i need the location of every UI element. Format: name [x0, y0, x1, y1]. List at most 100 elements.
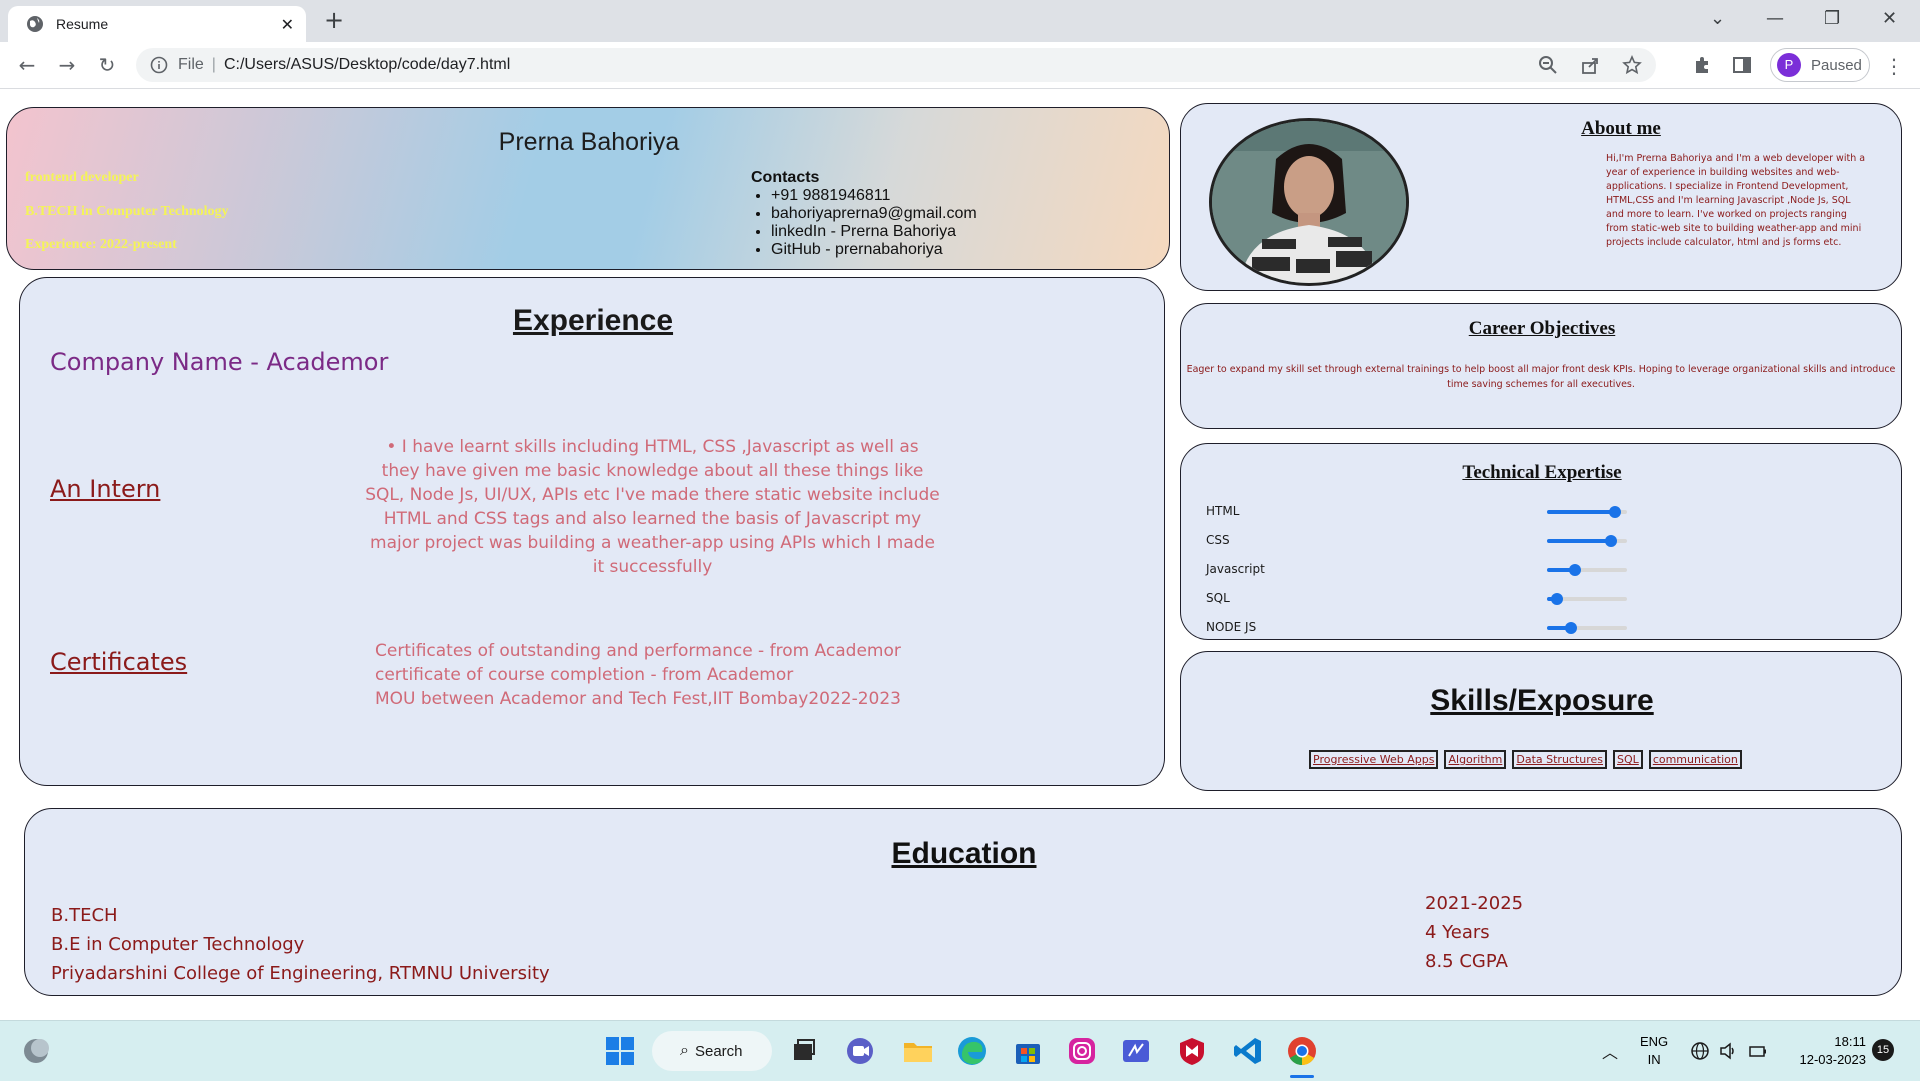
reload-icon[interactable]: ↻ [94, 52, 120, 78]
skills-title: Skills/Exposure [1430, 684, 1654, 717]
notification-badge[interactable]: 15 [1872, 1039, 1894, 1061]
instagram-icon[interactable] [1066, 1035, 1098, 1067]
taskbar-search[interactable]: ⌕ Search [652, 1031, 772, 1071]
edge-icon[interactable] [956, 1035, 988, 1067]
profile-button[interactable]: P Paused [1770, 48, 1870, 82]
about-card: About me Hi,I'm Prerna Bahoriya and I'm … [1180, 103, 1902, 291]
minimize-icon[interactable]: — [1766, 8, 1784, 29]
career-card: Career Objectives Eager to expand my ski… [1180, 303, 1902, 429]
browser-toolbar: ← → ↻ File | C:/Users/ASUS/Desktop/code/… [0, 42, 1920, 89]
skill-slider-thumb[interactable] [1565, 622, 1577, 634]
info-icon[interactable] [150, 56, 168, 74]
start-icon[interactable] [604, 1035, 636, 1067]
more-menu-icon[interactable]: ⋮ [1884, 54, 1904, 78]
skill-slider-thumb[interactable] [1550, 593, 1563, 605]
education-years: 2021-2025 [1425, 893, 1524, 914]
task-view-icon[interactable] [788, 1035, 820, 1067]
globe-icon [27, 16, 43, 32]
contacts-block: Contacts +91 9881946811 bahoriyaprerna9@… [751, 169, 977, 259]
contact-email: bahoriyaprerna9@gmail.com [771, 205, 977, 223]
skill-tag[interactable]: Data Structures [1512, 750, 1608, 769]
education-cgpa: 8.5 CGPA [1425, 951, 1508, 972]
portrait-image [1212, 121, 1406, 283]
active-app-indicator [1290, 1075, 1314, 1078]
skill-label: HTML [1206, 504, 1240, 518]
vscode-icon[interactable] [1232, 1035, 1264, 1067]
skill-tag[interactable]: Algorithm [1444, 750, 1507, 769]
intern-description: • I have learnt skills including HTML, C… [365, 437, 940, 577]
scheme-label: File [178, 56, 204, 73]
scheme-separator: | [211, 56, 216, 73]
language-code: ENG [1640, 1034, 1669, 1049]
about-text: Hi,I'm Prerna Bahoriya and I'm a web dev… [1606, 153, 1866, 248]
profile-photo [1209, 118, 1409, 286]
skill-label: NODE JS [1206, 620, 1257, 634]
header-card: Prerna Bahoriya frontend developer B.TEC… [6, 107, 1170, 270]
experience-card: Experience Company Name - Academor An In… [19, 277, 1165, 786]
volume-icon[interactable] [1718, 1041, 1738, 1061]
education-title: Education [891, 837, 1037, 870]
close-tab-icon[interactable]: ✕ [281, 15, 294, 34]
skill-slider-thumb[interactable] [1605, 535, 1617, 547]
whiteboard-icon[interactable] [1120, 1035, 1152, 1067]
company-name: Company Name - Academor [50, 348, 389, 376]
restore-icon[interactable]: ❐ [1824, 8, 1840, 29]
window-close-icon[interactable]: ✕ [1882, 8, 1897, 29]
skill-tag[interactable]: Progressive Web Apps [1309, 750, 1439, 769]
tab-search-icon[interactable]: ⌄ [1710, 8, 1725, 29]
chat-icon[interactable] [844, 1035, 876, 1067]
skill-slider[interactable] [1547, 535, 1627, 547]
mcafee-icon[interactable] [1176, 1035, 1208, 1067]
clock-time: 18:11 [1834, 1034, 1866, 1049]
side-panel-icon[interactable] [1732, 55, 1752, 75]
skill-slider-thumb[interactable] [1609, 506, 1621, 518]
search-icon: ⌕ [680, 1042, 689, 1059]
clock[interactable]: 18:11 12-03-2023 [1790, 1033, 1867, 1069]
zoom-icon[interactable] [1538, 55, 1558, 75]
tab-resume[interactable]: Resume ✕ [8, 6, 306, 42]
skill-tag[interactable]: SQL [1613, 750, 1643, 769]
career-text: Eager to expand my skill set through ext… [1186, 364, 1896, 390]
new-tab-icon[interactable]: + [324, 6, 344, 34]
skill-slider-fill [1547, 539, 1611, 543]
file-explorer-icon[interactable] [902, 1035, 934, 1067]
store-icon[interactable] [1012, 1035, 1044, 1067]
contact-phone: +91 9881946811 [771, 187, 977, 205]
certificates-list: Certificates of outstanding and performa… [375, 639, 901, 711]
taskbar: ⌕ Search ︿ ENG IN 18:11 12-03-2023 15 [0, 1020, 1920, 1081]
skill-slider[interactable] [1547, 593, 1627, 605]
role-text: frontend developer [25, 170, 139, 185]
skill-label: SQL [1206, 591, 1230, 605]
extensions-icon[interactable] [1692, 55, 1712, 75]
language-indicator[interactable]: ENG IN [1640, 1033, 1668, 1069]
certificate-item: MOU between Academor and Tech Fest,IIT B… [375, 689, 901, 709]
tab-title: Resume [56, 16, 109, 32]
career-title: Career Objectives [1468, 318, 1616, 339]
network-icon[interactable] [1690, 1041, 1710, 1061]
intern-title: An Intern [50, 475, 161, 503]
education-details: B.TECH B.E in Computer Technology Priyad… [51, 901, 550, 988]
battery-icon[interactable] [1748, 1041, 1768, 1061]
skill-slider[interactable] [1547, 564, 1627, 576]
back-icon[interactable]: ← [14, 52, 40, 78]
share-icon[interactable] [1580, 55, 1600, 75]
skill-slider[interactable] [1547, 506, 1627, 518]
chevron-up-icon[interactable]: ︿ [1602, 1039, 1618, 1063]
experience-years: Experience: 2022-present [25, 237, 177, 252]
skill-tag[interactable]: communication [1648, 750, 1742, 769]
forward-icon[interactable]: → [54, 52, 80, 78]
chrome-icon[interactable] [1286, 1035, 1318, 1067]
skill-label: CSS [1206, 533, 1230, 547]
skill-slider-thumb[interactable] [1569, 564, 1581, 576]
avatar: P [1777, 53, 1801, 77]
url-text[interactable]: C:/Users/ASUS/Desktop/code/day7.html [224, 56, 510, 74]
skill-slider[interactable] [1547, 622, 1627, 634]
technical-card: Technical Expertise HTML CSS Javascript SQL… [1180, 443, 1902, 640]
education-branch: B.E in Computer Technology [51, 934, 305, 955]
profile-status: Paused [1811, 56, 1862, 74]
contact-linkedin: linkedIn - Prerna Bahoriya [771, 223, 977, 241]
address-bar[interactable]: File | C:/Users/ASUS/Desktop/code/day7.h… [136, 48, 1656, 82]
education-degree: B.TECH [51, 905, 118, 926]
weather-widget-icon[interactable] [20, 1035, 52, 1067]
star-icon[interactable] [1622, 55, 1642, 75]
